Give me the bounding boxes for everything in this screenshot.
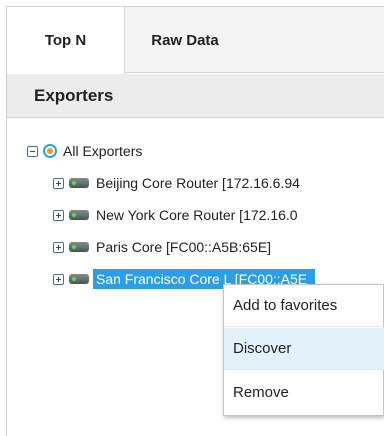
tree-node-label: Paris Core [FC00::A5B:65E] (96, 239, 272, 255)
tree-node-paris[interactable]: Paris Core [FC00::A5B:65E] (53, 235, 271, 259)
expand-icon[interactable] (53, 241, 64, 253)
router-icon (69, 242, 89, 252)
context-menu: Add to favorites Discover Remove (223, 284, 384, 416)
router-icon (69, 210, 89, 220)
tab-top-n[interactable]: Top N (7, 7, 125, 74)
menu-item-remove[interactable]: Remove (224, 371, 384, 413)
expand-icon[interactable] (53, 177, 64, 189)
tree-node-all-exporters[interactable]: All Exporters (27, 139, 142, 163)
tree-node-label: All Exporters (63, 143, 143, 159)
menu-item-add-to-favorites[interactable]: Add to favorites (224, 285, 384, 327)
tree-node-new-york[interactable]: New York Core Router [172.16.0 (53, 203, 298, 227)
tree-node-beijing[interactable]: Beijing Core Router [172.16.6.94 (53, 171, 300, 195)
collapse-icon[interactable] (27, 145, 38, 157)
expand-icon[interactable] (53, 273, 64, 285)
tree-node-label: Beijing Core Router [172.16.6.94 (96, 175, 300, 191)
router-icon (69, 178, 89, 188)
tab-bar: Top N Raw Data (7, 7, 384, 74)
globe-icon (43, 144, 57, 158)
menu-item-discover[interactable]: Discover (224, 328, 384, 370)
tree-node-label: New York Core Router [172.16.0 (96, 207, 298, 223)
section-title: Exporters (34, 85, 114, 105)
expand-icon[interactable] (53, 209, 64, 221)
section-header-exporters: Exporters (7, 74, 384, 118)
tab-raw-data[interactable]: Raw Data (125, 7, 245, 73)
router-icon (69, 274, 89, 284)
